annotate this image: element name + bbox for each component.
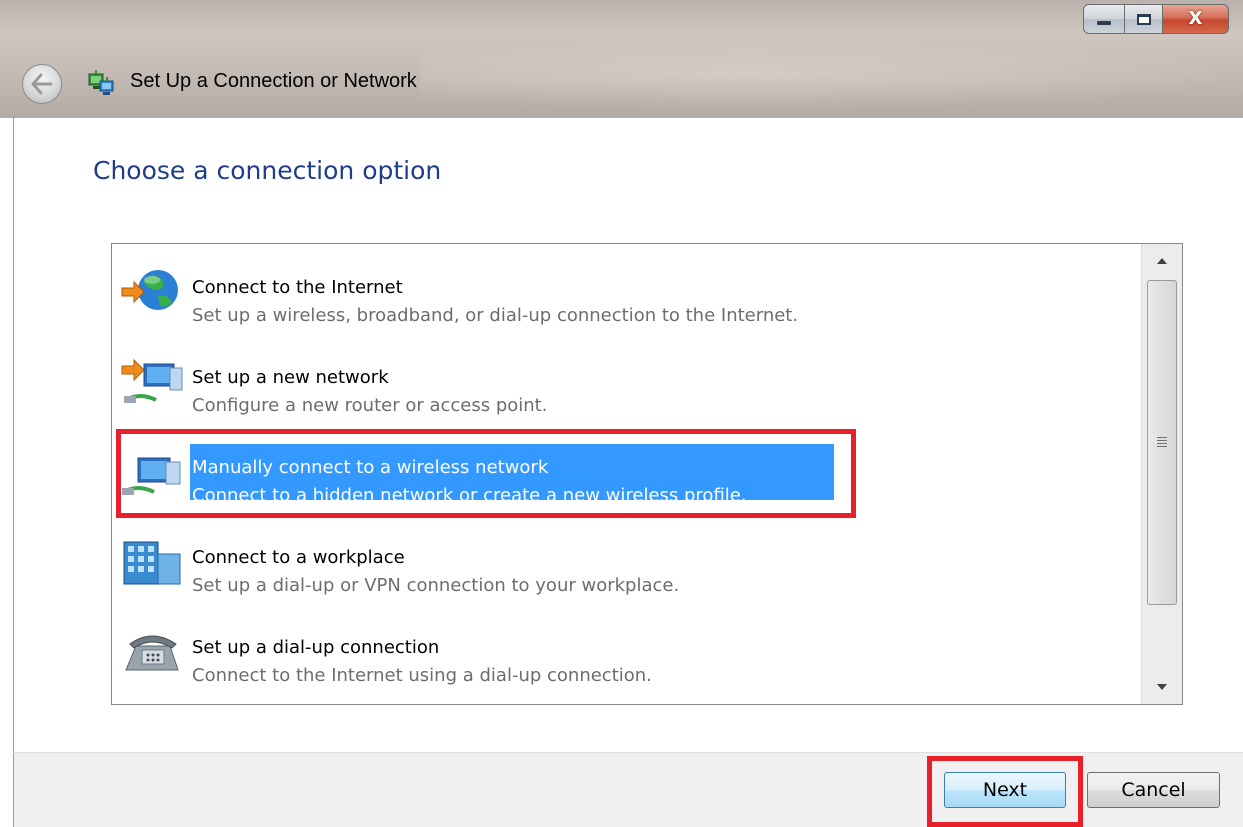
option-connect-to-internet[interactable]: Connect to the Internet Set up a wireles… xyxy=(112,254,1142,334)
maximize-icon xyxy=(1136,13,1151,25)
option-description: Connect to the Internet using a dial-up … xyxy=(192,665,652,686)
option-description: Set up a dial-up or VPN connection to yo… xyxy=(192,575,680,596)
option-title: Manually connect to a wireless network xyxy=(192,457,549,478)
option-description: Connect to a hidden network or create a … xyxy=(192,485,747,506)
next-button[interactable]: Next xyxy=(944,772,1066,808)
wireless-network-icon xyxy=(122,457,181,495)
telephone-modem-icon xyxy=(125,635,179,671)
workplace-building-icon xyxy=(123,541,181,585)
option-title: Set up a dial-up connection xyxy=(192,637,440,658)
scroll-down-icon xyxy=(1157,684,1167,690)
scroll-up-icon xyxy=(1157,258,1167,264)
new-network-icon xyxy=(121,358,183,403)
title-bar: X Set Up a Connection or Network xyxy=(0,0,1243,118)
minimize-button[interactable] xyxy=(1083,4,1125,34)
maximize-button[interactable] xyxy=(1125,4,1163,34)
option-manually-connect-wireless[interactable]: Manually connect to a wireless network C… xyxy=(112,434,1142,514)
cancel-button[interactable]: Cancel xyxy=(1087,772,1220,808)
scroll-up-button[interactable] xyxy=(1142,244,1182,278)
connection-options-list: Connect to the Internet Set up a wireles… xyxy=(111,243,1183,705)
option-title: Set up a new network xyxy=(192,367,389,388)
close-icon: X xyxy=(1188,8,1203,29)
option-description: Set up a wireless, broadband, or dial-up… xyxy=(192,305,799,326)
window-controls: X xyxy=(1083,4,1229,34)
option-set-up-dial-up[interactable]: Set up a dial-up connection Connect to t… xyxy=(112,614,1142,694)
scroll-down-button[interactable] xyxy=(1142,670,1182,704)
option-connect-to-workplace[interactable]: Connect to a workplace Set up a dial-up … xyxy=(112,524,1142,604)
minimize-icon xyxy=(1097,21,1111,25)
scroll-grip-icon xyxy=(1157,437,1167,447)
close-button[interactable]: X xyxy=(1163,4,1229,34)
back-arrow-icon xyxy=(31,73,53,95)
option-set-up-new-network[interactable]: Set up a new network Configure a new rou… xyxy=(112,344,1142,424)
scroll-thumb[interactable] xyxy=(1147,280,1177,605)
option-description: Configure a new router or access point. xyxy=(192,395,548,416)
option-title: Connect to the Internet xyxy=(192,277,403,298)
back-button[interactable] xyxy=(22,64,62,104)
network-setup-icon xyxy=(88,70,114,95)
window-title: Set Up a Connection or Network xyxy=(130,70,417,92)
globe-internet-icon xyxy=(121,270,178,310)
page-heading: Choose a connection option xyxy=(93,156,442,185)
list-scrollbar[interactable] xyxy=(1141,244,1182,704)
option-title: Connect to a workplace xyxy=(192,547,405,568)
